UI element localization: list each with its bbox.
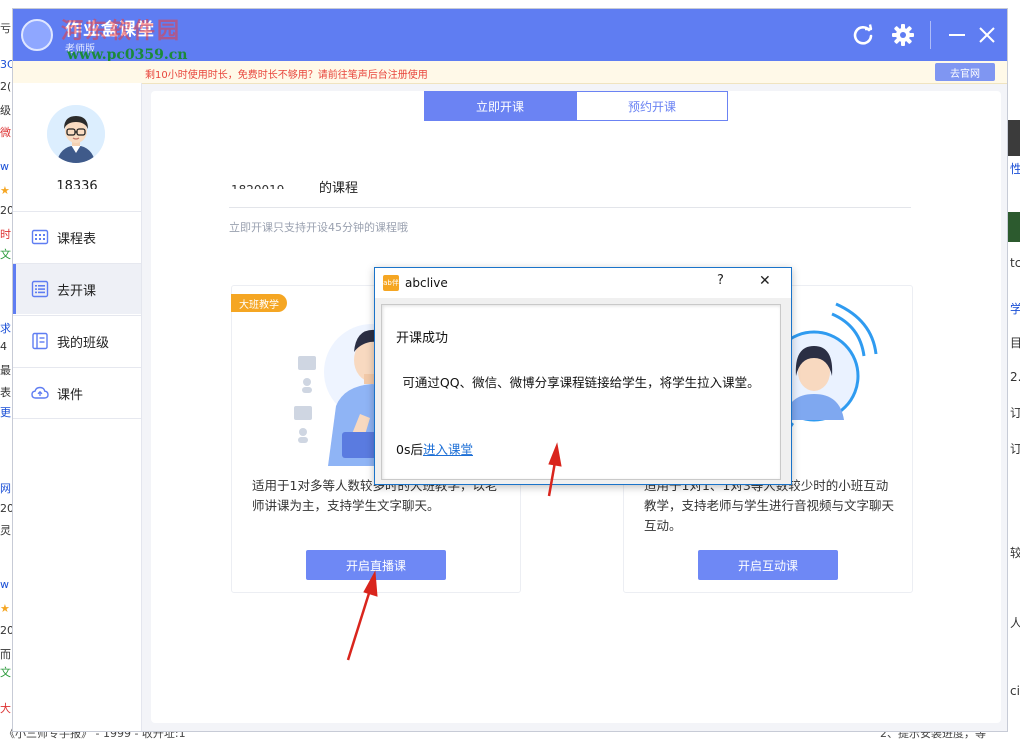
notice-text: 剩10小时使用时长，免费时长不够用？请前往笔声后台注册使用 [145,70,428,81]
minimize-icon[interactable] [943,21,971,49]
dialog-body: 开课成功 可通过QQ、微信、微博分享课程链接给学生，将学生拉入课堂。 0s后进入… [381,304,781,480]
background-page-right: 性 tc学目 2.订订 较人ci [1008,0,1020,740]
watermark-name: 河东软件园 [61,18,182,44]
official-site-button[interactable]: 去官网 [935,63,995,81]
dialog-title: abclive [405,276,448,290]
sidebar-item-my-class[interactable]: 我的班级 [13,315,141,366]
refresh-icon[interactable] [849,21,877,49]
dialog-message: 可通过QQ、微信、微博分享课程链接给学生，将学生拉入课堂。 [402,375,760,390]
class-icon [31,332,49,350]
start-live-class-button[interactable]: 开启直播课 [306,550,446,580]
abclive-logo-icon: ab伴 [383,275,399,291]
cloud-icon [31,384,49,402]
title-bar[interactable]: 作业盒课堂 老师版 河东软件园 www.pc0359.cn [13,9,1007,63]
dialog-close-icon[interactable]: ✕ [759,273,771,289]
start-interactive-class-button[interactable]: 开启互动课 [698,550,838,580]
notice-bar: 剩10小时使用时长，免费时长不够用？请前往笔声后台注册使用 去官网 [13,61,1007,84]
sidebar-item-label: 去开课 [57,283,97,299]
close-icon[interactable] [973,21,1001,49]
sidebar: 18336 课程表 去开课 我的班级 课件 [13,83,142,731]
abclive-dialog: ab伴 abclive ? ✕ 开课成功 可通过QQ、微信、微博分享课程链接给学… [374,267,792,485]
list-icon [31,280,49,298]
course-owner-id: 1820019 [231,183,284,189]
heading-divider [229,207,911,208]
sidebar-item-label: 我的班级 [57,335,110,351]
sidebar-item-courseware[interactable]: 课件 [13,367,141,419]
avatar[interactable] [47,105,105,163]
course-hint: 立即开课只支持开设45分钟的课程哦 [229,221,408,234]
sidebar-item-schedule[interactable]: 课程表 [13,211,141,262]
course-heading: 的课程 [319,181,359,196]
sidebar-item-label: 课件 [57,387,84,403]
calendar-icon [31,228,49,246]
dialog-footer: 0s后进入课堂 [396,439,473,458]
small-class-description: 适用于1对1、1对3等人数较少时的小班互动教学，支持老师与学生进行音视频与文字聊… [644,478,895,533]
dialog-title-bar[interactable]: ab伴 abclive ? ✕ [375,268,791,298]
tab-start-now[interactable]: 立即开课 [424,91,576,121]
countdown-text: 0s后 [396,442,423,457]
enter-classroom-link[interactable]: 进入课堂 [423,442,473,457]
dialog-heading: 开课成功 [396,331,449,346]
titlebar-separator [930,21,931,49]
user-id: 18336 [56,179,98,189]
tab-scheduled[interactable]: 预约开课 [576,91,728,121]
gear-icon[interactable] [889,21,917,49]
help-icon[interactable]: ? [717,273,724,288]
background-page-left: 亏 3C 2( 级微w ★ 20 时 文求4 最表更 网 20 灵 w ★ 20 而文大 [0,0,12,740]
app-logo-icon [21,19,53,51]
sidebar-item-label: 课程表 [57,231,97,247]
sidebar-item-start-class[interactable]: 去开课 [13,263,141,314]
